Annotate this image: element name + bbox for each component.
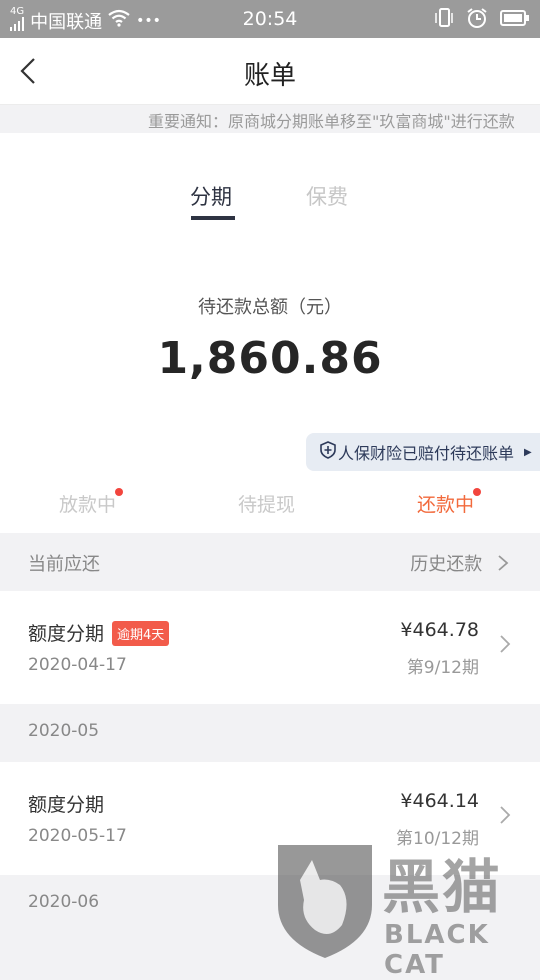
status-right	[434, 7, 530, 33]
red-dot-icon	[473, 488, 481, 496]
status-bar: 4G 中国联通 ••• 20:54	[0, 0, 540, 38]
notice-text: 重要通知：原商城分期账单移至"玖富商城"进行还款	[148, 112, 515, 131]
month-header: 2020-05	[0, 704, 540, 762]
tab-pending-withdraw-label: 待提现	[238, 494, 296, 516]
bill-name: 额度分期	[28, 794, 105, 816]
current-due-header: 当前应还 历史还款	[0, 533, 540, 591]
notice-banner: 重要通知：原商城分期账单移至"玖富商城"进行还款	[0, 105, 540, 133]
bill-date: 2020-04-17	[28, 655, 127, 675]
alarm-icon	[466, 7, 488, 33]
history-label: 历史还款	[410, 554, 483, 575]
claim-button-label: 人保财险已赔付待还账单	[338, 444, 515, 463]
overdue-badge: 逾期4天	[112, 621, 170, 646]
tab-lending[interactable]: 放款中	[59, 488, 123, 517]
month-label: 2020-06	[28, 892, 100, 912]
bill-name: 额度分期	[28, 623, 105, 645]
bill-period: 第9/12期	[406, 658, 479, 678]
summary-card: 分期 保费 待还款总额（元） 1,860.86 人保财险已赔付待还账单 ▶ 放款…	[0, 133, 540, 533]
claim-button[interactable]: 人保财险已赔付待还账单 ▶	[306, 433, 540, 471]
total-amount: 1,860.86	[157, 333, 383, 384]
battery-icon	[500, 9, 530, 31]
chevron-right-icon	[498, 633, 512, 659]
history-link[interactable]: 历史还款	[410, 550, 510, 576]
current-due-label: 当前应还	[28, 554, 100, 575]
chevron-right-icon	[498, 555, 509, 571]
tab-repaying-label: 还款中	[417, 494, 475, 516]
black-cat-watermark: 黑猫 BLACK CAT	[270, 840, 540, 980]
bill-date: 2020-05-17	[28, 826, 127, 846]
tab-lending-label: 放款中	[59, 494, 117, 516]
total-label: 待还款总额（元）	[198, 297, 342, 318]
triangle-right-icon: ▶	[524, 446, 532, 458]
watermark-english: BLACK CAT	[384, 920, 490, 980]
red-dot-icon	[115, 488, 123, 496]
shield-icon	[320, 441, 336, 463]
cat-shield-logo-icon	[278, 845, 372, 958]
tab-pending-withdraw[interactable]: 待提现	[238, 490, 295, 517]
watermark-chinese: 黑猫	[382, 853, 503, 921]
tab-installment[interactable]: 分期	[190, 181, 232, 211]
page-title: 账单	[243, 61, 296, 91]
nav-bar: 账单	[0, 38, 540, 105]
month-label: 2020-05	[28, 721, 100, 741]
chevron-right-icon	[498, 804, 512, 830]
bill-row[interactable]: 额度分期 逾期4天 2020-04-17 ¥464.78 第9/12期	[0, 591, 540, 704]
bill-amount: ¥464.14	[400, 790, 479, 812]
tab-repaying[interactable]: 还款中	[417, 488, 481, 517]
bill-amount: ¥464.78	[400, 619, 479, 641]
tab-premium[interactable]: 保费	[306, 181, 348, 211]
tab-active-indicator	[191, 216, 235, 220]
vibrate-icon	[434, 7, 454, 33]
